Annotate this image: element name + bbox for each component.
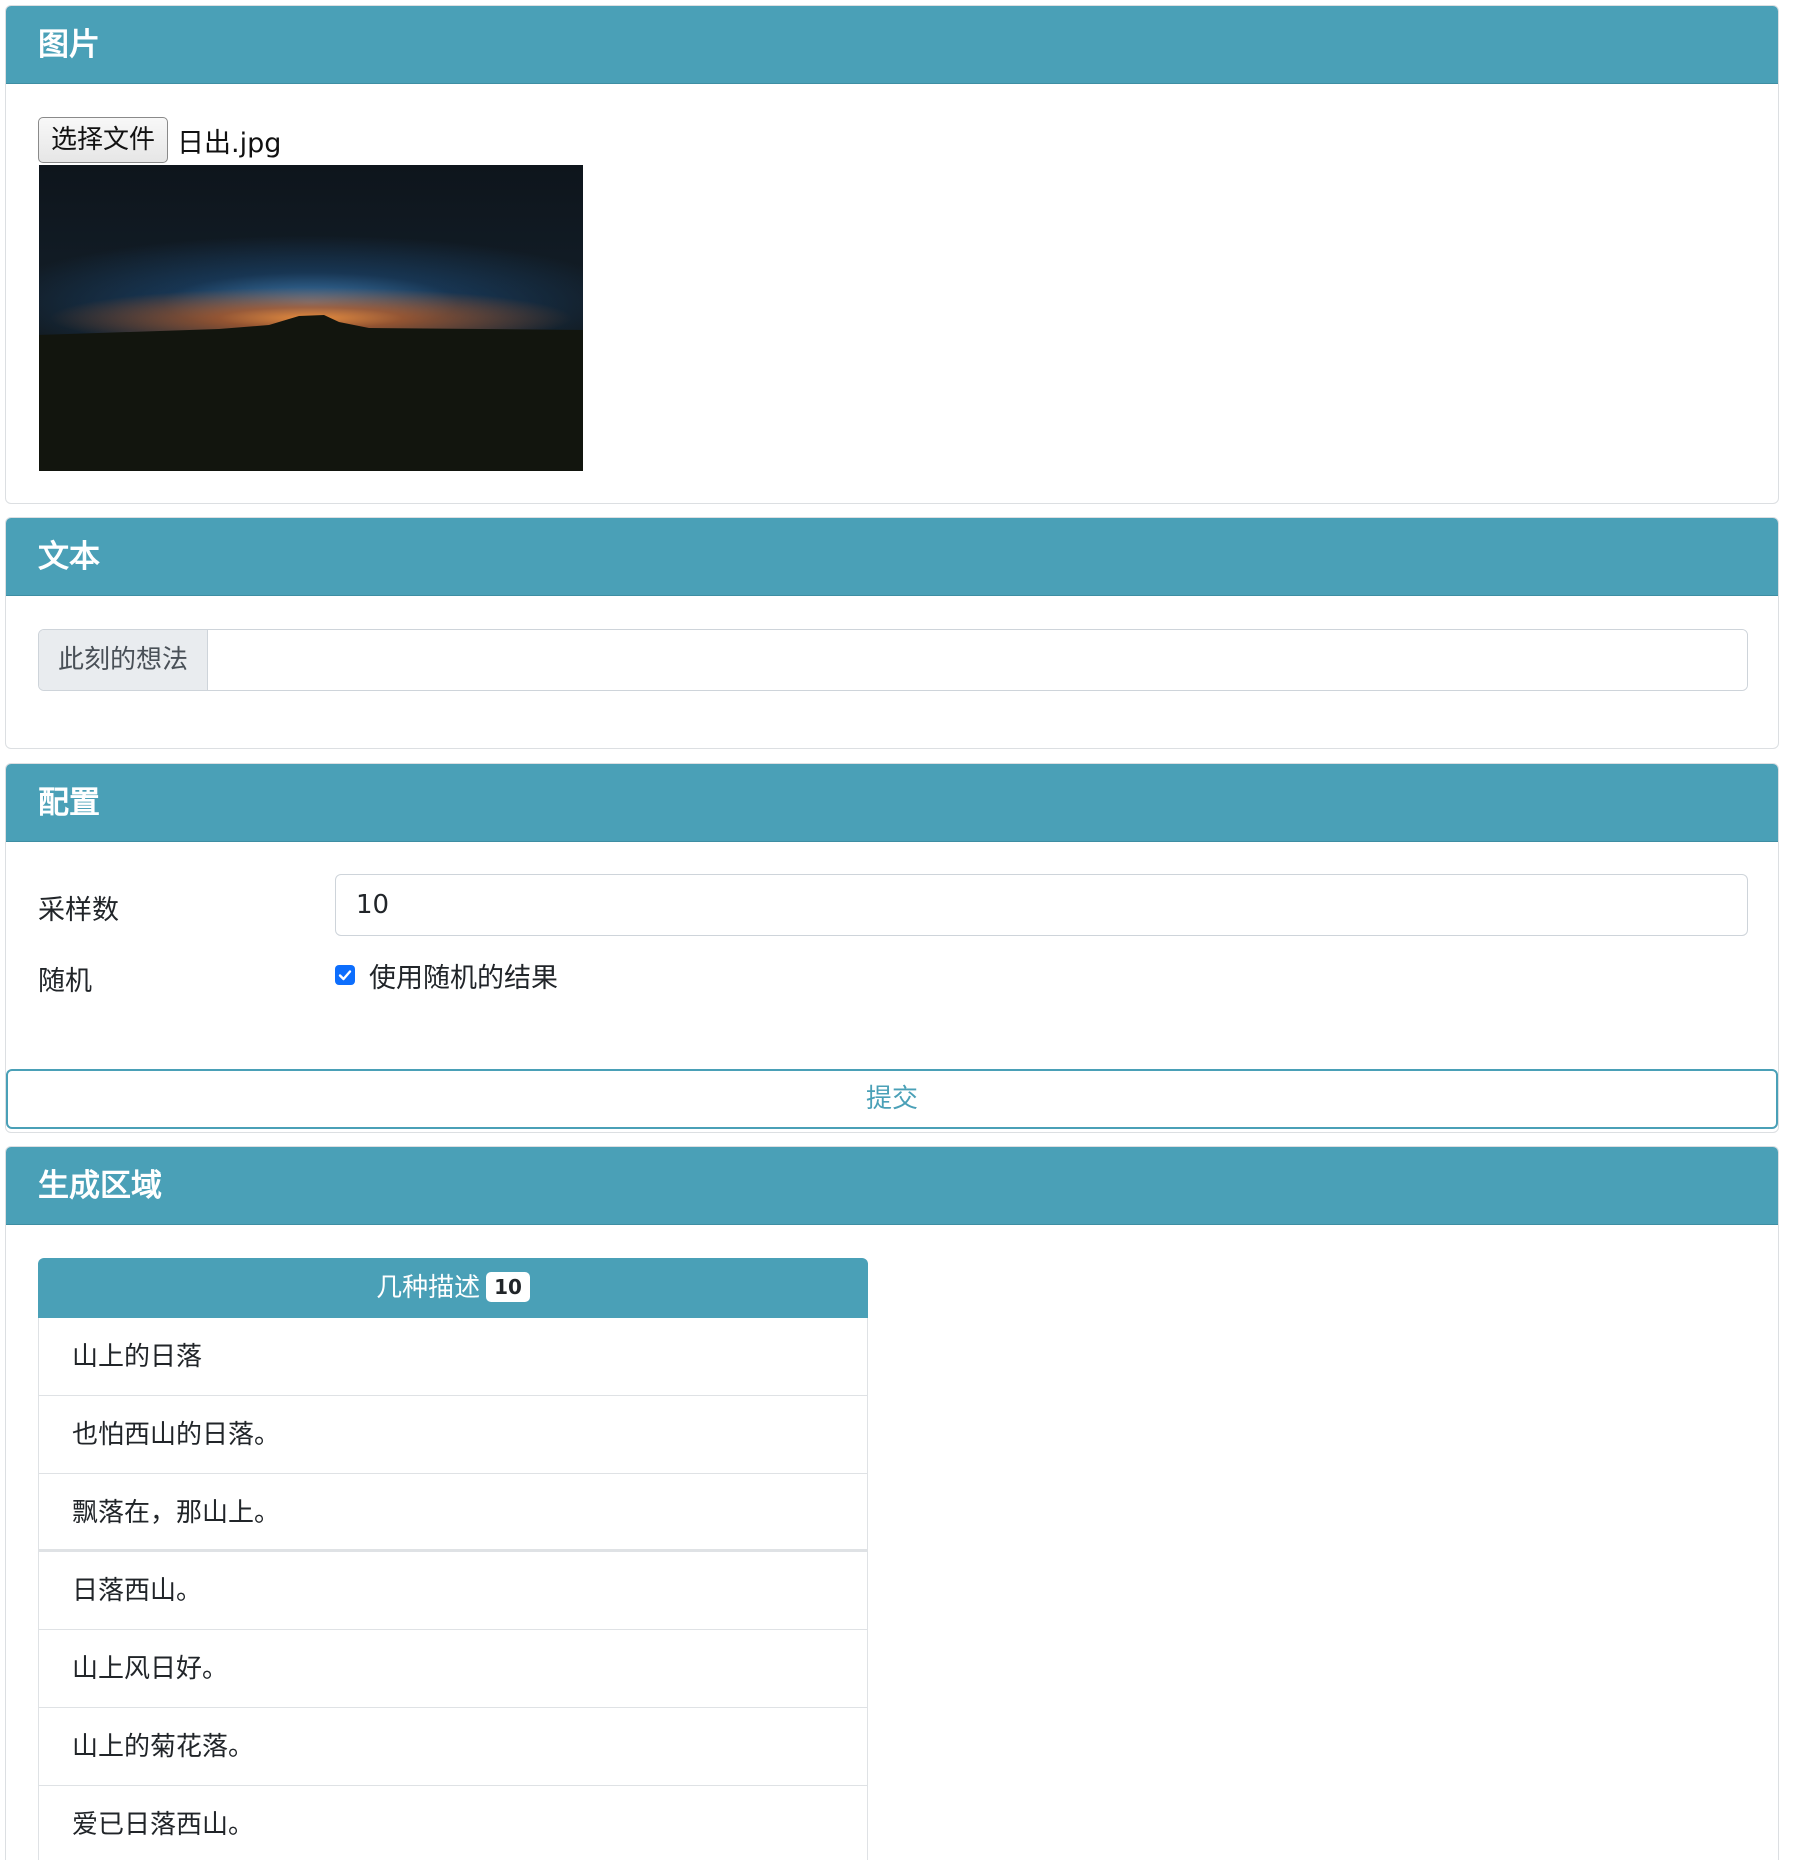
image-card: 图片 选择文件 日出.jpg: [5, 5, 1779, 504]
submit-button[interactable]: 提交: [6, 1069, 1778, 1129]
list-item: 飘落在，那山上。: [38, 1474, 868, 1552]
list-item: 爱已日落西山。: [38, 1786, 868, 1860]
thought-input[interactable]: [208, 630, 1747, 690]
random-option: 使用随机的结果: [335, 958, 558, 994]
thought-input-addon: 此刻的想法: [39, 630, 208, 690]
samples-input[interactable]: 10: [335, 874, 1748, 936]
page: 图片 选择文件 日出.jpg 文本 此刻的想法 配置 采样数 10 随机 使用随…: [0, 0, 1804, 1860]
text-card: 文本 此刻的想法: [5, 517, 1779, 749]
results-card-title: 生成区域: [6, 1147, 1778, 1225]
random-checkbox[interactable]: [335, 965, 355, 985]
count-badge: 10: [486, 1271, 530, 1302]
list-item: 山上的日落: [38, 1318, 868, 1396]
text-card-title: 文本: [6, 518, 1778, 596]
image-preview: [39, 165, 583, 471]
list-item: 山上的菊花落。: [38, 1708, 868, 1786]
mountain-silhouette: [39, 315, 583, 471]
samples-label: 采样数: [38, 895, 119, 926]
random-label: 随机: [38, 966, 92, 997]
selected-file-name: 日出.jpg: [177, 127, 282, 159]
descriptions-list-title: 几种描述: [376, 1273, 481, 1303]
image-card-title: 图片: [6, 6, 1778, 84]
check-icon: [338, 970, 352, 981]
random-checkbox-label: 使用随机的结果: [369, 962, 558, 994]
config-card-title: 配置: [6, 764, 1778, 842]
list-item: 日落西山。: [38, 1552, 868, 1630]
descriptions-list-header: 几种描述 10: [38, 1258, 868, 1318]
config-card: 配置 采样数 10 随机 使用随机的结果 提交: [5, 763, 1779, 1133]
file-picker: 选择文件 日出.jpg: [38, 116, 281, 164]
choose-file-button[interactable]: 选择文件: [38, 117, 169, 163]
descriptions-list: 几种描述 10 山上的日落 也怕西山的日落。 飘落在，那山上。 日落西山。 山上风…: [38, 1258, 868, 1860]
results-card: 生成区域 几种描述 10 山上的日落 也怕西山的日落。 飘落在，那山上。 日落西山…: [5, 1146, 1779, 1860]
list-item: 也怕西山的日落。: [38, 1396, 868, 1474]
list-item: 山上风日好。: [38, 1630, 868, 1708]
thought-input-group: 此刻的想法: [38, 629, 1748, 691]
